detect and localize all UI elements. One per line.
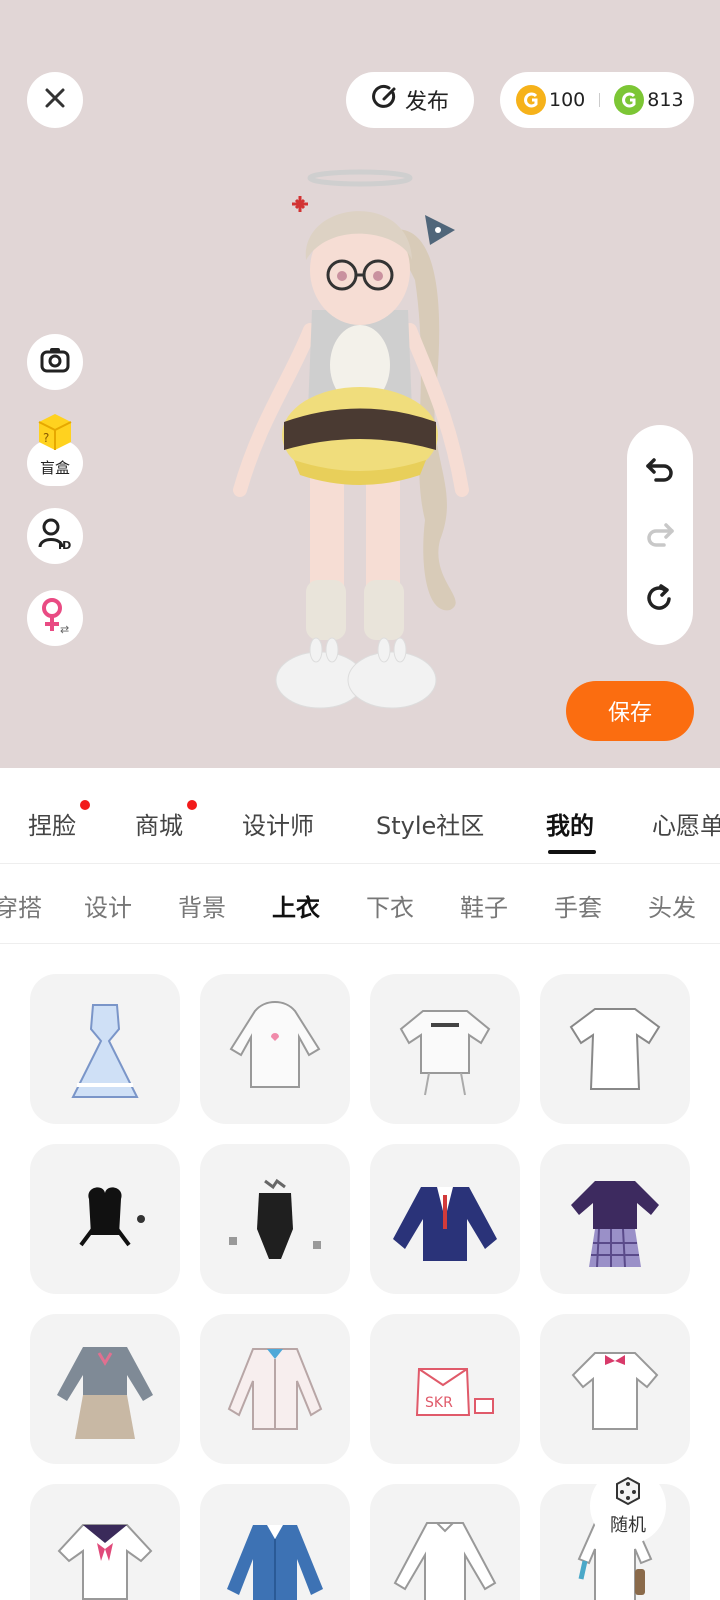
clothing-item[interactable] (30, 1484, 180, 1600)
redo-icon[interactable] (644, 517, 676, 553)
save-button[interactable]: 保存 (566, 681, 694, 741)
blue-jacket-icon (227, 1525, 323, 1600)
female-icon: ⇄ (38, 597, 72, 639)
tab-mine[interactable]: 我的 (546, 806, 594, 841)
clothing-item[interactable] (30, 1314, 180, 1464)
white-tshirt-icon (569, 1008, 661, 1090)
avatar-id-icon: ID (38, 517, 72, 555)
reset-icon[interactable] (644, 582, 676, 618)
blind-box-icon: ? (33, 408, 77, 456)
clothing-item[interactable] (540, 1144, 690, 1294)
white-blouse-icon (393, 1522, 497, 1600)
tab-designer[interactable]: 设计师 (242, 806, 314, 841)
category-tabs: 捏脸 商城 设计师 Style社区 我的 心愿单 (0, 768, 720, 864)
navy-blazer-icon (393, 1187, 497, 1261)
clothing-item[interactable] (370, 1484, 520, 1600)
subtab-background[interactable]: 背景 (178, 888, 226, 923)
publish-button[interactable]: 发布 (346, 72, 474, 128)
subtab-hair[interactable]: 头发 (648, 888, 696, 923)
svg-text:?: ? (43, 431, 49, 445)
publish-label: 发布 (404, 90, 449, 115)
light-blue-dress-icon (71, 1004, 139, 1098)
active-tab-indicator (548, 850, 596, 854)
tab-designer-label: 设计师 (242, 812, 314, 840)
white-hoodie-icon (229, 1001, 321, 1088)
camera-icon (39, 344, 71, 380)
subtab-outfit[interactable]: 穿搭 (0, 888, 42, 923)
tab-wishlist[interactable]: 心愿单 (652, 806, 720, 841)
dice-icon (611, 1476, 645, 1511)
gold-coin-amount: 100 (549, 89, 586, 111)
undo-icon[interactable] (644, 452, 676, 488)
clothing-item[interactable] (30, 1144, 180, 1294)
svg-text:⇄: ⇄ (60, 623, 69, 635)
tab-face[interactable]: 捏脸 (28, 800, 90, 841)
white-shirt-bow-icon (571, 1352, 659, 1430)
sailor-top-icon (57, 1524, 153, 1600)
clothing-item[interactable] (370, 974, 520, 1124)
currency-balance[interactable]: 100 813 (500, 72, 694, 128)
subcategory-tabs: 穿搭 设计 背景 上衣 下衣 鞋子 手套 头发 (0, 864, 720, 944)
subtab-bottoms[interactable]: 下衣 (366, 888, 414, 923)
close-button[interactable] (27, 72, 83, 128)
subtab-tops[interactable]: 上衣 (272, 888, 320, 923)
tab-shop[interactable]: 商城 (135, 800, 197, 841)
clothing-item[interactable] (540, 974, 690, 1124)
svg-text:SKR: SKR (425, 1395, 453, 1411)
currency-divider (599, 93, 601, 107)
svg-text:ID: ID (58, 539, 71, 551)
avatar-character[interactable] (220, 160, 500, 760)
subtab-shoes[interactable]: 鞋子 (460, 888, 508, 923)
green-coin-amount: 813 (647, 89, 684, 111)
black-bow-top-icon (79, 1187, 145, 1247)
publish-icon (371, 83, 399, 117)
tab-face-label: 捏脸 (28, 812, 76, 840)
random-button[interactable]: 随机 (590, 1468, 666, 1544)
gender-switch-button[interactable]: ⇄ (27, 590, 83, 646)
clothing-item[interactable] (200, 1144, 350, 1294)
clothing-item[interactable] (370, 1144, 520, 1294)
clothing-item[interactable] (200, 1484, 350, 1600)
pink-print-top-icon: SKR (415, 1368, 494, 1416)
close-icon (43, 86, 67, 114)
tab-wishlist-label: 心愿单 (652, 812, 720, 840)
notification-dot (80, 800, 90, 810)
white-cardigan-icon (227, 1348, 323, 1430)
avatar-id-button[interactable]: ID (27, 508, 83, 564)
blind-box-label: 盲盒 (39, 458, 70, 477)
white-crop-tee-icon (399, 1010, 491, 1096)
notification-dot (187, 800, 197, 810)
clothing-item[interactable] (200, 974, 350, 1124)
purple-plaid-dress-icon (571, 1181, 659, 1268)
tab-style-community-label: Style社区 (376, 812, 485, 840)
clothing-item[interactable]: SKR (370, 1314, 520, 1464)
tab-style-community[interactable]: Style社区 (376, 806, 484, 841)
clothing-item[interactable] (540, 1314, 690, 1464)
blind-box-button[interactable]: ? 盲盒 (27, 414, 83, 486)
clothing-item[interactable] (30, 974, 180, 1124)
avatar-preview[interactable]: 发布 100 813 ? 盲盒 ID ⇄ 保存 (0, 0, 720, 768)
camera-button[interactable] (27, 334, 83, 390)
tab-mine-label: 我的 (546, 812, 594, 840)
clothing-item[interactable] (200, 1314, 350, 1464)
history-controls (627, 425, 693, 645)
subtab-design[interactable]: 设计 (84, 888, 132, 923)
green-coin-icon (614, 85, 645, 115)
random-label: 随机 (610, 1514, 646, 1536)
tab-shop-label: 商城 (135, 812, 183, 840)
black-bodysuit-icon (229, 1178, 321, 1259)
subtab-gloves[interactable]: 手套 (554, 888, 602, 923)
gold-coin-icon (516, 85, 546, 115)
gray-school-uniform-icon (57, 1347, 153, 1439)
